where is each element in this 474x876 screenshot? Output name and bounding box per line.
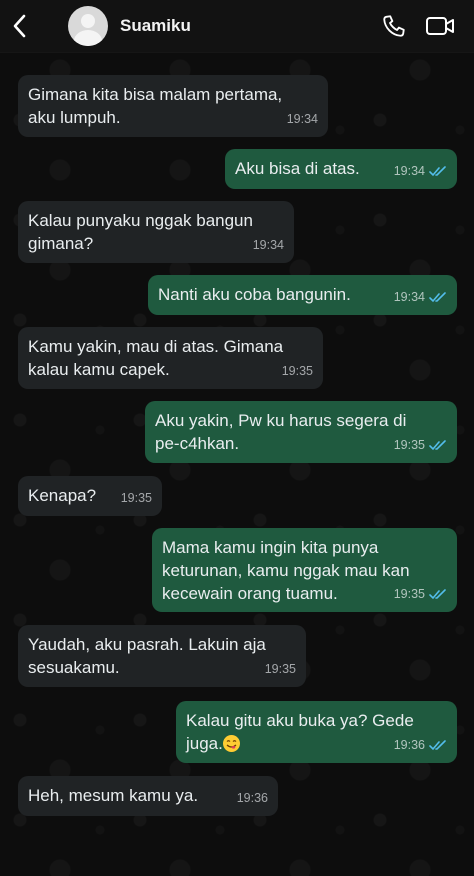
message-bubble-incoming[interactable]: Kenapa? 19:35	[18, 476, 162, 516]
chat-screen: Suamiku Gimana kita bisa malam pertama, …	[0, 0, 474, 876]
message-bubble-outgoing[interactable]: Aku bisa di atas. 19:34	[225, 149, 457, 189]
phone-icon	[383, 15, 405, 37]
message-bubble-incoming[interactable]: Heh, mesum kamu ya. 19:36	[18, 776, 278, 816]
message-text: Yaudah, aku pasrah. Lakuin aja sesuakamu…	[28, 635, 266, 677]
message-bubble-outgoing[interactable]: Nanti aku coba bangunin. 19:34	[148, 275, 457, 315]
double-check-icon	[429, 292, 446, 303]
message-bubble-incoming[interactable]: Kalau punyaku nggak bangun gimana? 19:34	[18, 201, 294, 263]
message-time: 19:36	[393, 738, 425, 752]
double-check-icon	[429, 440, 446, 451]
back-button[interactable]	[2, 0, 38, 52]
message-time: 19:34	[393, 164, 425, 178]
message-text: Kalau gitu aku buka ya? Gede juga.	[186, 711, 414, 753]
call-button[interactable]	[378, 10, 410, 42]
message-time: 19:34	[393, 290, 425, 304]
emoji-face-savoring-icon	[222, 735, 240, 752]
contact-name[interactable]: Suamiku	[120, 16, 378, 36]
message-time: 19:35	[393, 587, 425, 601]
message-time: 19:35	[393, 438, 425, 452]
message-bubble-incoming[interactable]: Gimana kita bisa malam pertama, aku lump…	[18, 75, 328, 137]
chevron-left-icon	[13, 14, 26, 38]
message-time: 19:35	[264, 662, 296, 676]
message-time: 19:35	[120, 491, 152, 505]
video-camera-icon	[426, 17, 454, 35]
double-check-icon	[429, 166, 446, 177]
message-time: 19:34	[286, 112, 318, 126]
message-bubble-outgoing[interactable]: Mama kamu ingin kita punya keturunan, ka…	[152, 528, 457, 612]
chat-header: Suamiku	[0, 0, 474, 52]
message-text: Kamu yakin, mau di atas. Gimana kalau ka…	[28, 337, 284, 379]
message-bubble-incoming[interactable]: Yaudah, aku pasrah. Lakuin aja sesuakamu…	[18, 625, 306, 687]
message-bubble-outgoing[interactable]: Kalau gitu aku buka ya? Gede juga. 19:36	[176, 701, 457, 763]
message-text: Kalau punyaku nggak bangun gimana?	[28, 211, 253, 253]
message-time: 19:35	[281, 364, 313, 378]
message-bubble-incoming[interactable]: Kamu yakin, mau di atas. Gimana kalau ka…	[18, 327, 323, 389]
message-time: 19:36	[236, 791, 268, 805]
video-call-button[interactable]	[424, 10, 456, 42]
message-time: 19:34	[252, 238, 284, 252]
double-check-icon	[429, 589, 446, 600]
message-text: Gimana kita bisa malam pertama, aku lump…	[28, 85, 283, 127]
message-bubble-outgoing[interactable]: Aku yakin, Pw ku harus segera di pe-c4hk…	[145, 401, 457, 463]
double-check-icon	[429, 740, 446, 751]
message-text: Heh, mesum kamu ya.	[28, 786, 199, 805]
avatar[interactable]	[68, 6, 108, 46]
